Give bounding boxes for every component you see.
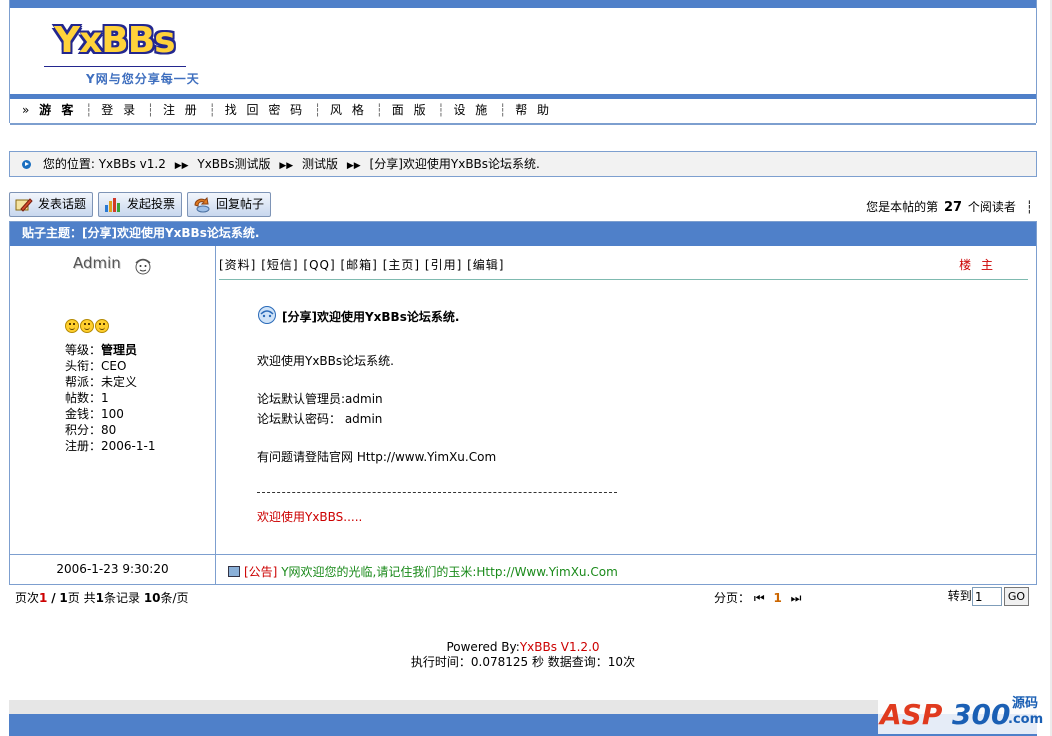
user-money: 金钱：100 xyxy=(65,407,124,421)
post-row: Admin 等级：管理员 头衔：CEO 帮派：未定义 帖数：1 金钱：100 积… xyxy=(10,246,1036,555)
nav-login[interactable]: 登 录 xyxy=(101,103,138,117)
post-line: 论坛默认管理员:admin xyxy=(257,392,383,406)
breadcrumb-item-category[interactable]: YxBBs测试版 xyxy=(197,157,270,171)
post-content: [资料] [短信] [QQ] [邮箱] [主页] [引用] [编辑] 楼 主 [… xyxy=(217,246,1036,554)
footer: Powered By:YxBBs V1.2.0 执行时间：0.078125 秒 … xyxy=(9,640,1037,670)
user-clan: 帮派：未定义 xyxy=(65,375,138,389)
user-info: 等级：管理员 头衔：CEO 帮派：未定义 帖数：1 金钱：100 积分：80 注… xyxy=(65,342,155,454)
user-title: 头衔：CEO xyxy=(65,359,127,373)
logo[interactable]: YxBBs xyxy=(54,20,176,61)
page-links: 分页： ⏮ 1 ⏭ xyxy=(714,591,802,605)
tool-email[interactable]: [邮箱] xyxy=(341,258,378,272)
logo-area: YxBBs Y网与您分享每一天 xyxy=(10,8,1036,94)
forum-header: YxBBs Y网与您分享每一天 » 游 客 ┆ 登 录 ┆ 注 册 ┆ 找 回 … xyxy=(9,0,1037,125)
topic-table: 贴子主题：[分享]欢迎使用YxBBs论坛系统. Admin 等级：管理员 头衔：… xyxy=(9,221,1037,585)
logo-underline xyxy=(44,66,186,67)
page-jump-input[interactable] xyxy=(971,587,1002,606)
announcement-text: Y网欢迎您的光临,请记住我们的玉米:Http://Www.YimXu.Com xyxy=(281,565,618,579)
powered-by: Powered By:YxBBs V1.2.0 xyxy=(446,640,600,654)
smile-icon xyxy=(65,319,79,333)
powered-by-link[interactable]: YxBBs V1.2.0 xyxy=(520,640,600,654)
tool-edit[interactable]: [编辑] xyxy=(467,258,504,272)
exec-stats: 执行时间：0.078125 秒 数据查询：10次 xyxy=(410,655,636,669)
reader-count: 您是本帖的第 27 个阅读者 ┆ xyxy=(866,200,1033,215)
user-rank-icons xyxy=(65,319,110,336)
post-line: 欢迎使用YxBBs论坛系统. xyxy=(257,354,394,368)
breadcrumb: 您的位置: YxBBs v1.2 ▶▶ YxBBs测试版 ▶▶ 测试版 ▶▶ [… xyxy=(9,151,1037,177)
tool-message[interactable]: [短信] xyxy=(261,258,298,272)
floor-label: 楼 主 xyxy=(959,258,996,272)
watermark-logo: ASP 300 源码 .com xyxy=(878,688,1046,734)
topic-icon xyxy=(258,306,276,324)
tool-qq[interactable]: [QQ] xyxy=(303,258,335,272)
breadcrumb-label: 您的位置: xyxy=(42,157,95,171)
post-tools: [资料] [短信] [QQ] [邮箱] [主页] [引用] [编辑] 楼 主 xyxy=(219,256,1028,280)
page-1-link[interactable]: 1 xyxy=(773,591,781,605)
new-poll-label: 发起投票 xyxy=(127,197,176,211)
nav-arrow-icon: » xyxy=(22,103,33,117)
user-panel: Admin 等级：管理员 头衔：CEO 帮派：未定义 帖数：1 金钱：100 积… xyxy=(10,246,216,554)
page-summary: 页次1 / 1页 共1条记录 10条/页 xyxy=(15,591,189,605)
user-registered: 注册：2006-1-1 xyxy=(65,439,156,453)
nav-facilities[interactable]: 设 施 xyxy=(453,103,490,117)
announcement[interactable]: [公告] Y网欢迎您的光临,请记住我们的玉米:Http://Www.YimXu.… xyxy=(228,563,618,580)
pencil-icon xyxy=(15,198,33,212)
reader-count-value: 27 xyxy=(944,200,963,215)
post-footer: 2006-1-23 9:30:20 [公告] Y网欢迎您的光临,请记住我们的玉米… xyxy=(10,555,1036,585)
reply-label: 回复帖子 xyxy=(216,197,265,211)
page-jump: 转到GO xyxy=(948,587,1029,606)
breadcrumb-item-forum[interactable]: YxBBs v1.2 xyxy=(99,157,166,171)
nav-guest-label: 游 客 xyxy=(39,103,77,117)
breadcrumb-arrow-icon: ▶▶ xyxy=(346,161,361,171)
reply-button[interactable]: 回复帖子 xyxy=(187,192,271,217)
nav-recover-password[interactable]: 找 回 密 码 xyxy=(225,103,305,117)
announcement-tag: [公告] xyxy=(244,565,278,579)
paging-bar: 页次1 / 1页 共1条记录 10条/页 分页： ⏮ 1 ⏭ 转到GO xyxy=(9,587,1037,609)
go-button[interactable]: GO xyxy=(1003,587,1029,606)
top-nav: » 游 客 ┆ 登 录 ┆ 注 册 ┆ 找 回 密 码 ┆ 风 格 ┆ 面 版 … xyxy=(10,99,1036,123)
breadcrumb-item-topic: [分享]欢迎使用YxBBs论坛系统. xyxy=(369,157,540,171)
signature: 欢迎使用YxBBS..... xyxy=(257,510,363,524)
nav-panel[interactable]: 面 版 xyxy=(392,103,429,117)
smile-icon xyxy=(95,319,109,333)
bar-chart-icon xyxy=(105,198,120,212)
action-bar: 发表话题 发起投票 回复帖子 您是本帖的第 27 个阅读者 ┆ xyxy=(9,192,1037,218)
user-name[interactable]: Admin xyxy=(73,254,121,272)
signature-divider xyxy=(257,492,617,493)
post-line: 论坛默认密码： admin xyxy=(257,412,383,426)
post-title: [分享]欢迎使用YxBBs论坛系统. xyxy=(257,306,460,325)
new-topic-label: 发表话题 xyxy=(38,197,87,211)
nav-style[interactable]: 风 格 xyxy=(330,103,367,117)
user-level: 等级：管理员 xyxy=(65,343,138,357)
topic-title: 贴子主题：[分享]欢迎使用YxBBs论坛系统. xyxy=(10,222,1036,246)
tool-quote[interactable]: [引用] xyxy=(425,258,462,272)
user-gender-icon xyxy=(135,258,151,275)
nav-help[interactable]: 帮 助 xyxy=(515,103,552,117)
post-title-text: [分享]欢迎使用YxBBs论坛系统. xyxy=(282,310,460,324)
new-poll-button[interactable]: 发起投票 xyxy=(98,192,182,217)
tool-profile[interactable]: [资料] xyxy=(219,258,256,272)
breadcrumb-arrow-icon: ▶▶ xyxy=(279,161,294,171)
header-top-bar xyxy=(10,0,1036,8)
location-icon xyxy=(22,160,31,169)
new-topic-button[interactable]: 发表话题 xyxy=(9,192,93,217)
logo-slogan: Y网与您分享每一天 xyxy=(86,72,200,86)
post-line: 有问题请登陆官网 Http://www.YimXu.Com xyxy=(257,450,497,464)
reply-icon xyxy=(194,197,210,213)
user-posts: 帖数：1 xyxy=(65,391,109,405)
nav-register[interactable]: 注 册 xyxy=(163,103,200,117)
breadcrumb-item-board[interactable]: 测试版 xyxy=(302,157,338,171)
breadcrumb-arrow-icon: ▶▶ xyxy=(174,161,189,171)
computer-icon xyxy=(228,566,240,577)
tool-homepage[interactable]: [主页] xyxy=(383,258,420,272)
post-time: 2006-1-23 9:30:20 xyxy=(10,555,216,585)
smile-icon xyxy=(80,319,94,333)
last-page-icon[interactable]: ⏭ xyxy=(791,591,802,605)
user-points: 积分：80 xyxy=(65,423,117,437)
first-page-icon[interactable]: ⏮ xyxy=(754,591,765,605)
